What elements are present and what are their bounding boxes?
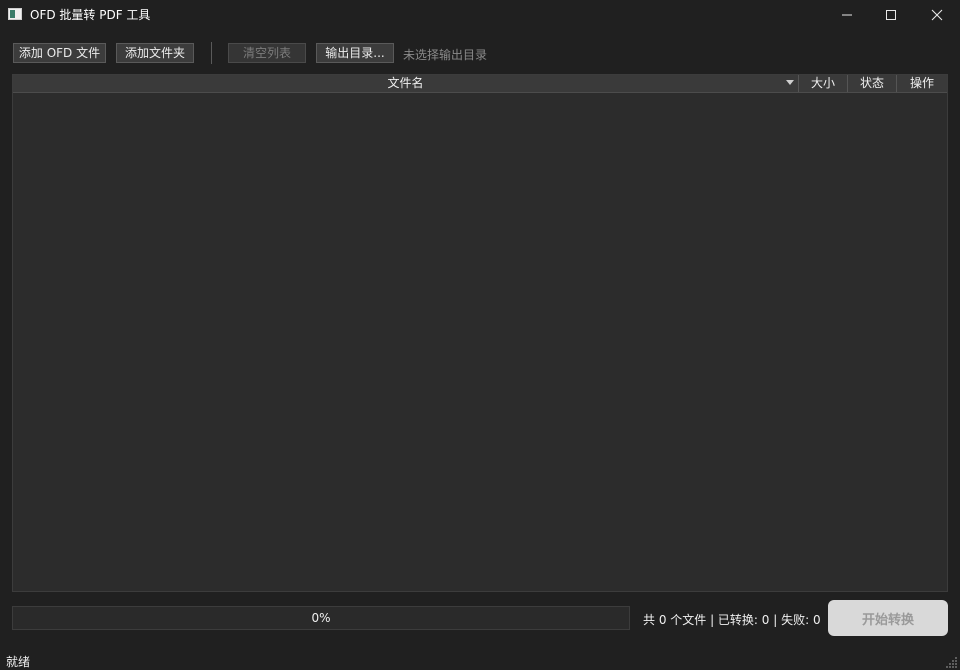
column-header-filename[interactable]: 文件名 xyxy=(13,75,799,92)
column-header-label: 文件名 xyxy=(387,76,424,90)
toolbar-separator xyxy=(211,42,212,64)
minimize-icon xyxy=(842,14,852,16)
maximize-icon xyxy=(886,10,896,20)
progress-label: 0% xyxy=(311,611,331,625)
main-window: OFD 批量转 PDF 工具 添加 OFD 文件 添加文件夹 清空列表 输出目录… xyxy=(0,0,960,670)
close-icon xyxy=(931,9,943,21)
size-grip-icon[interactable] xyxy=(946,656,958,668)
app-icon xyxy=(8,8,22,20)
column-header-status[interactable]: 状态 xyxy=(848,75,897,92)
file-table[interactable]: 文件名 大小 状态 操作 xyxy=(12,74,948,592)
minimize-button[interactable] xyxy=(824,0,870,30)
conversion-summary: 共 0 个文件 | 已转换: 0 | 失败: 0 xyxy=(643,613,821,627)
column-header-size[interactable]: 大小 xyxy=(799,75,848,92)
title-bar[interactable]: OFD 批量转 PDF 工具 xyxy=(0,0,960,30)
table-header: 文件名 大小 状态 操作 xyxy=(13,75,947,93)
maximize-button[interactable] xyxy=(868,0,914,30)
status-text: 就绪 xyxy=(6,655,31,669)
table-body[interactable] xyxy=(13,93,947,591)
add-ofd-files-button[interactable]: 添加 OFD 文件 xyxy=(13,43,106,63)
column-header-action[interactable]: 操作 xyxy=(897,75,947,92)
close-button[interactable] xyxy=(914,0,960,30)
window-title: OFD 批量转 PDF 工具 xyxy=(30,8,151,22)
progress-bar: 0% xyxy=(12,606,630,630)
add-folder-button[interactable]: 添加文件夹 xyxy=(116,43,194,63)
output-directory-button[interactable]: 输出目录... xyxy=(316,43,394,63)
sort-down-icon xyxy=(786,80,794,85)
start-conversion-button[interactable]: 开始转换 xyxy=(828,600,948,636)
clear-list-button[interactable]: 清空列表 xyxy=(228,43,306,63)
output-directory-status: 未选择输出目录 xyxy=(403,48,488,62)
